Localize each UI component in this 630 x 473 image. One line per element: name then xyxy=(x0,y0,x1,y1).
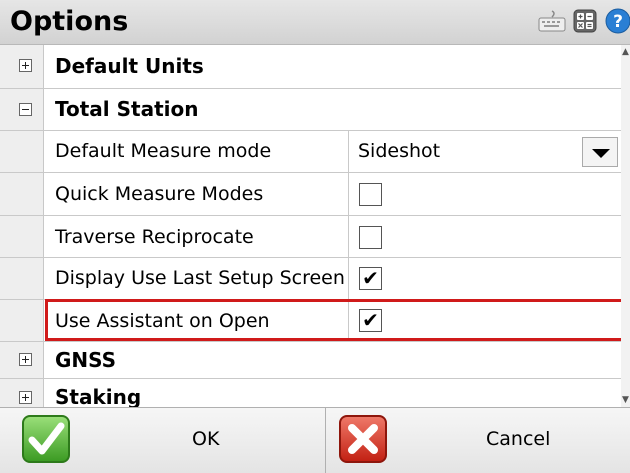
property-label: Traverse Reciprocate xyxy=(55,226,254,248)
group-staking[interactable]: Staking xyxy=(0,379,630,407)
display-use-last-setup-checkbox[interactable]: ✔ xyxy=(359,267,382,290)
column-divider xyxy=(348,216,349,257)
property-row-traverse-reciprocate: Traverse Reciprocate xyxy=(0,216,630,258)
group-label: Default Units xyxy=(55,54,204,78)
calculator-icon[interactable] xyxy=(573,9,597,33)
column-divider xyxy=(348,173,349,215)
checkmark-icon xyxy=(22,415,70,463)
property-label: Default Measure mode xyxy=(55,140,272,162)
collapse-icon[interactable] xyxy=(19,103,32,116)
cancel-button[interactable]: Cancel xyxy=(327,408,630,473)
group-total-station[interactable]: Total Station xyxy=(0,89,630,131)
vertical-scrollbar[interactable]: ▲ ▼ xyxy=(621,45,630,407)
title-bar: Options ? xyxy=(0,0,630,45)
scroll-down-icon[interactable]: ▼ xyxy=(621,393,630,407)
chevron-down-icon[interactable] xyxy=(582,137,618,167)
ok-label: OK xyxy=(192,428,220,450)
scroll-up-icon[interactable]: ▲ xyxy=(621,45,630,59)
expand-icon[interactable] xyxy=(19,353,32,366)
expand-icon[interactable] xyxy=(19,391,32,404)
group-default-units[interactable]: Default Units xyxy=(0,45,630,89)
svg-text:?: ? xyxy=(613,12,623,32)
expand-icon[interactable] xyxy=(19,59,32,72)
options-list: Default Units Total Station Default Meas… xyxy=(0,45,630,407)
keyboard-icon[interactable] xyxy=(538,9,566,33)
property-label: Display Use Last Setup Screen xyxy=(55,267,345,289)
group-label: GNSS xyxy=(55,348,117,372)
column-divider xyxy=(348,258,349,299)
property-row-default-measure-mode: Default Measure mode Sideshot xyxy=(0,131,630,173)
group-gnss[interactable]: GNSS xyxy=(0,342,630,379)
measure-mode-dropdown-value[interactable]: Sideshot xyxy=(358,140,440,162)
group-label: Staking xyxy=(55,385,142,407)
property-row-quick-measure-modes: Quick Measure Modes xyxy=(0,173,630,216)
help-icon[interactable]: ? xyxy=(605,8,630,34)
footer-bar: OK Cancel xyxy=(0,407,630,473)
cancel-x-icon xyxy=(339,415,387,463)
window-title: Options xyxy=(10,6,129,37)
group-label: Total Station xyxy=(55,97,199,121)
traverse-reciprocate-checkbox[interactable] xyxy=(359,226,382,249)
ok-button[interactable]: OK xyxy=(0,408,326,473)
property-row-display-use-last-setup: Display Use Last Setup Screen ✔ xyxy=(0,258,630,300)
quick-measure-modes-checkbox[interactable] xyxy=(359,183,382,206)
highlight-box xyxy=(45,299,625,341)
cancel-label: Cancel xyxy=(486,428,551,450)
property-label: Quick Measure Modes xyxy=(55,183,264,205)
column-divider xyxy=(348,131,349,172)
